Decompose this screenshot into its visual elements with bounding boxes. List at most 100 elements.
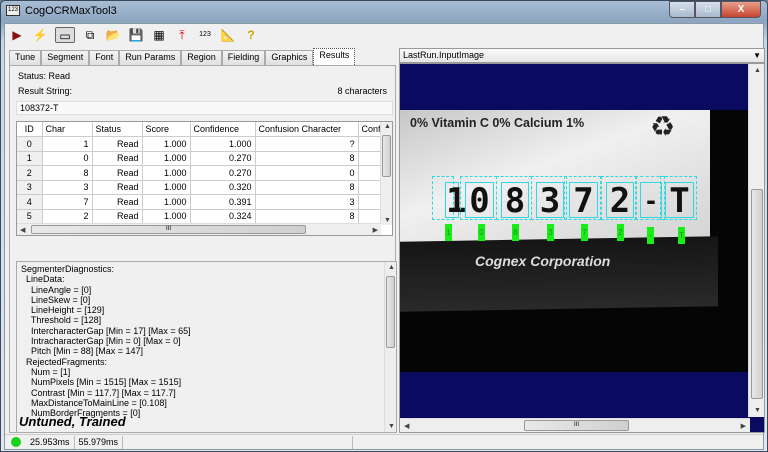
table-cell: Read	[92, 151, 143, 166]
run-icon[interactable]: ▶	[9, 27, 25, 43]
char-label: T	[678, 227, 685, 244]
char-mark: 0	[465, 182, 494, 219]
tab-fielding[interactable]: Fielding	[221, 50, 266, 65]
help-icon[interactable]: ?	[243, 27, 259, 43]
recycle-logo-icon: ♻	[650, 111, 676, 142]
table-vertical-scrollbar[interactable]: ▲ ▼	[380, 122, 392, 225]
image-source-value: LastRun.InputImage	[403, 50, 485, 60]
tab-segment[interactable]: Segment	[41, 50, 90, 65]
table-cell: 0	[255, 165, 359, 181]
table-cell: 3	[17, 180, 43, 195]
diagnostics-text[interactable]: SegmenterDiagnostics: LineData: LineAngl…	[16, 261, 397, 433]
tab-font[interactable]: Font	[89, 50, 120, 65]
table-row[interactable]: 5 2 Read 1.000 0.324 8	[17, 209, 389, 224]
tab-graphics[interactable]: Graphics	[265, 50, 314, 65]
table-cell: Read	[92, 209, 143, 224]
table-cell: 1.000	[142, 165, 191, 181]
reset-icon[interactable]: ▦	[151, 27, 167, 43]
table-cell: 7	[42, 194, 93, 210]
import-icon[interactable]: ⤒	[174, 27, 190, 43]
col-confidence[interactable]: Confidence	[190, 122, 256, 137]
char-mark: -	[640, 182, 662, 218]
font-icon[interactable]: 123	[197, 27, 213, 43]
table-header: ID Char Status Score Confidence Confusio…	[17, 122, 389, 137]
table-cell: 1.000	[190, 136, 256, 152]
table-cell: Read	[92, 180, 143, 195]
tab-tune[interactable]: Tune	[9, 50, 42, 65]
save-icon[interactable]: 💾	[128, 27, 144, 43]
table-horizontal-scrollbar[interactable]: ◀ III ▶	[17, 223, 381, 235]
col-score[interactable]: Score	[142, 122, 191, 137]
scroll-thumb[interactable]	[382, 135, 391, 177]
table-cell: ?	[255, 136, 359, 152]
measure-icon[interactable]: 📐	[220, 27, 236, 43]
char-label: 8	[512, 224, 519, 241]
char-label: 3	[547, 224, 554, 241]
table-row[interactable]: 1 0 Read 1.000 0.270 8	[17, 151, 389, 166]
char-mark: 7	[569, 182, 598, 219]
col-status[interactable]: Status	[92, 122, 143, 137]
input-image: 0% Vitamin C 0% Calcium 1% ♻ Cognex Corp…	[400, 110, 750, 372]
diagnostic-line: LineHeight = [129]	[21, 305, 105, 316]
diagnostic-line: LineData:	[21, 274, 65, 285]
diagnostic-line: LineAngle = [0]	[21, 284, 92, 295]
title-bar: 123 CogOCRMaxTool3 – □ X	[1, 1, 767, 21]
table-cell: 1	[17, 151, 43, 166]
open-icon[interactable]: 📂	[105, 27, 121, 43]
char-mark: T	[665, 182, 694, 219]
table-cell: 8	[255, 151, 359, 166]
train-state-label: Untuned, Trained	[19, 414, 126, 429]
minimize-button[interactable]: –	[669, 1, 695, 18]
diagnostic-line: Contrast [Min = 117.7] [Max = 117.7]	[21, 387, 176, 398]
table-cell: 8	[255, 180, 359, 195]
close-button[interactable]: X	[721, 1, 761, 18]
viewer-vertical-scrollbar[interactable]: ▲ ▼	[748, 64, 764, 417]
status-label: Status: Read	[18, 71, 71, 81]
table-cell: 0	[17, 136, 43, 152]
table-row[interactable]: 2 8 Read 1.000 0.270 0	[17, 165, 389, 181]
scroll-thumb[interactable]	[386, 276, 395, 348]
table-row[interactable]: 0 1 Read 1.000 1.000?	[17, 136, 389, 152]
scroll-thumb[interactable]: III	[524, 420, 629, 431]
table-cell: 1.000	[142, 136, 191, 152]
electric-run-icon[interactable]: ⚡	[32, 27, 48, 43]
table-cell: 1.000	[142, 180, 191, 195]
col-confusion-character[interactable]: Confusion Character	[255, 122, 359, 137]
floating-panel-icon[interactable]: ⧉	[82, 27, 98, 43]
viewer-horizontal-scrollbar[interactable]: ◀ III ▶	[400, 418, 750, 432]
results-panel: Status: Read Result String: 8 characters…	[9, 65, 397, 433]
client-area: ▶ ⚡ ▭ ⧉ 📂 💾 ▦ ⤒ 123 📐 ? Tune Segment Fon…	[4, 23, 766, 450]
scroll-thumb[interactable]: III	[31, 225, 306, 234]
total-time: 55.979ms	[75, 435, 124, 449]
diagnostic-line: Pitch [Min = 88] [Max = 147]	[21, 346, 144, 357]
diagnostic-line: NumPixels [Min = 1515] [Max = 1515]	[21, 377, 182, 388]
result-string-field[interactable]: 108372-T	[16, 101, 393, 115]
table-row[interactable]: 3 3 Read 1.000 0.320 8	[17, 180, 389, 195]
image-display-panel: LastRun.InputImage ▼ 0% Vitamin C 0% Cal…	[399, 48, 766, 435]
table-cell: 0.270	[190, 165, 256, 181]
table-cell: 1.000	[142, 151, 191, 166]
diagnostic-line: IntercharacterGap [Min = 17] [Max = 65]	[21, 325, 191, 336]
table-cell: Read	[92, 136, 143, 152]
tab-results[interactable]: Results	[313, 48, 356, 65]
results-table: ID Char Status Score Confidence Confusio…	[16, 121, 393, 236]
maximize-button[interactable]: □	[695, 1, 721, 18]
char-label: 1	[445, 224, 452, 241]
col-char[interactable]: Char	[42, 122, 93, 137]
tab-region[interactable]: Region	[181, 50, 222, 65]
table-cell: 2	[17, 165, 43, 181]
last-run-time: 25.953ms	[26, 435, 75, 449]
photo-nutrition-text: 0% Vitamin C 0% Calcium 1%	[410, 116, 585, 130]
image-viewer[interactable]: 0% Vitamin C 0% Calcium 1% ♻ Cognex Corp…	[399, 63, 765, 433]
show-panel-icon[interactable]: ▭	[55, 27, 75, 43]
status-bar: 25.953ms 55.979ms	[5, 434, 763, 449]
tab-run-params[interactable]: Run Params	[119, 50, 182, 65]
image-source-select[interactable]: LastRun.InputImage ▼	[399, 48, 765, 63]
col-id[interactable]: ID	[17, 122, 43, 137]
table-cell: 1	[42, 136, 93, 152]
diagnostics-scrollbar[interactable]: ▲ ▼	[384, 262, 396, 432]
table-row[interactable]: 4 7 Read 1.000 0.391 3	[17, 194, 389, 210]
char-count: 8 characters	[337, 86, 387, 96]
scroll-thumb[interactable]	[751, 189, 763, 399]
table-cell: 1.000	[142, 209, 191, 224]
